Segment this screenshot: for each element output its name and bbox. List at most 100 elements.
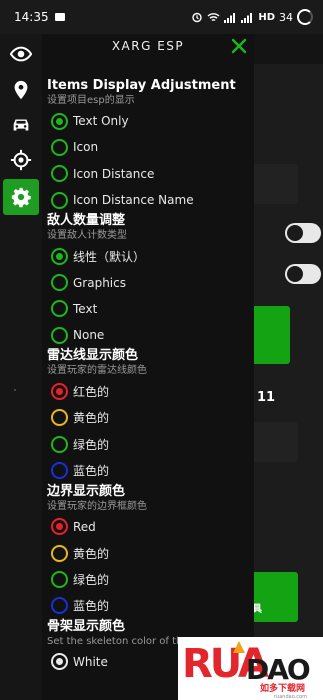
radio-unselected-icon[interactable] — [51, 274, 68, 292]
status-time: 14:35 — [14, 10, 49, 24]
menu-panel: XARG ESP Items Display Adjustment 设置项目esp… — [42, 34, 254, 700]
radio-option-label: Text — [73, 301, 98, 316]
radio-option-label: 绿色的 — [73, 437, 110, 452]
radio-selected-icon[interactable] — [51, 518, 68, 536]
radio-unselected-icon[interactable] — [51, 570, 68, 588]
section-subtitle: 设置玩家的边界框颜色 — [47, 500, 147, 512]
radio-option-label: Icon Distance Name — [73, 193, 194, 208]
sidebar-item-aim[interactable] — [3, 142, 39, 178]
radio-option[interactable]: 绿色的 — [47, 566, 252, 592]
radio-unselected-icon[interactable] — [51, 435, 68, 453]
eye-icon — [10, 46, 32, 62]
radio-unselected-icon[interactable] — [51, 165, 68, 183]
svg-text:DAO: DAO — [246, 653, 310, 686]
radio-option-label: 绿色的 — [73, 572, 110, 587]
bg-toggle-2[interactable] — [285, 264, 321, 284]
radio-option-label: None — [73, 328, 105, 343]
radio-option-label: Icon — [73, 140, 99, 155]
radio-unselected-icon[interactable] — [51, 191, 68, 209]
radio-option[interactable]: Icon — [47, 134, 252, 160]
radio-option[interactable]: None — [47, 322, 252, 348]
section-title: 骨架显示颜色 — [47, 618, 126, 634]
section-title: 敌人数量调整 — [47, 213, 126, 229]
sidebar-item-settings[interactable] — [3, 179, 39, 215]
bg-panel-1 — [250, 164, 298, 204]
radio-option-label: 线性（默认） — [73, 249, 146, 264]
section-subtitle: 设置项目esp的显示 — [47, 95, 135, 106]
section-subtitle: 设置玩家的雷达线颜色 — [47, 365, 147, 377]
radio-unselected-icon[interactable] — [51, 409, 68, 427]
radio-option-label: Text Only — [73, 114, 129, 129]
app-screen: 14:35 HD 34 11 具 XARG ESP Items Display … — [0, 0, 323, 700]
radio-selected-icon[interactable] — [51, 653, 68, 671]
battery-ring-icon — [297, 9, 313, 25]
radio-option[interactable]: Text — [47, 296, 252, 322]
bg-label-11: 11 — [257, 390, 276, 405]
menu-header: XARG ESP — [42, 34, 254, 58]
wifi-icon — [207, 12, 220, 21]
radio-option-label: 黄色的 — [73, 546, 110, 561]
radio-option-label: Graphics — [73, 275, 126, 290]
settings-section: 边界显示颜色 设置玩家的边界框颜色 Red 黄色的绿色的蓝色的 — [47, 484, 252, 619]
mail-icon — [54, 13, 65, 21]
radio-option[interactable]: 蓝色的 — [47, 457, 252, 483]
map-pin-icon — [14, 80, 28, 100]
watermark-logo: RUA DAO 如多下载网 ruandao.com — [178, 637, 323, 700]
crosshair-icon — [10, 149, 32, 171]
radio-option[interactable]: 蓝色的 — [47, 592, 252, 618]
radio-option-label: Icon Distance — [73, 166, 155, 181]
close-icon[interactable] — [230, 37, 248, 55]
settings-section: Items Display Adjustment 设置项目esp的显示 Text O… — [47, 78, 252, 213]
radio-option[interactable]: Icon Distance Name — [47, 187, 252, 213]
radio-option-label: 蓝色的 — [73, 463, 110, 478]
section-title: 边界显示颜色 — [47, 483, 126, 499]
radio-option[interactable]: Text Only — [47, 108, 252, 134]
bg-panel-2 — [250, 422, 298, 462]
radio-option[interactable]: 红色的 — [47, 378, 252, 404]
settings-sections: Items Display Adjustment 设置项目esp的显示 Text O… — [47, 78, 252, 675]
svg-text:ruandao.com: ruandao.com — [274, 694, 307, 700]
settings-section: 敌人数量调整 设置敌人计数类型线性（默认） Graphics Text None — [47, 213, 252, 348]
alarm-icon — [192, 12, 203, 23]
network-label: HD — [258, 11, 275, 23]
radio-option[interactable]: 线性（默认） — [47, 243, 252, 269]
settings-section: 雷达线显示颜色 设置玩家的雷达线颜色红色的黄色的绿色的蓝色的 — [47, 348, 252, 483]
radio-unselected-icon[interactable] — [51, 138, 68, 156]
sidebar-item-location[interactable] — [3, 72, 39, 108]
battery-level: 34 — [279, 10, 293, 24]
sidebar-divider — [14, 389, 16, 391]
radio-option[interactable]: Icon Distance — [47, 161, 252, 187]
radio-unselected-icon[interactable] — [51, 544, 68, 562]
radio-unselected-icon[interactable] — [51, 300, 68, 318]
section-title: 雷达线显示颜色 — [47, 348, 139, 364]
bg-toggle-1[interactable] — [285, 223, 321, 243]
sidebar-item-visibility[interactable] — [3, 36, 39, 72]
radio-selected-icon[interactable] — [51, 112, 68, 130]
bg-green-panel[interactable] — [250, 306, 290, 364]
radio-option[interactable]: 绿色的 — [47, 431, 252, 457]
radio-unselected-icon[interactable] — [51, 597, 68, 615]
radio-option[interactable]: 黄色的 — [47, 405, 252, 431]
radio-option-label: 黄色的 — [73, 411, 110, 426]
svg-text:如多下载网: 如多下载网 — [260, 682, 305, 694]
sidebar — [0, 34, 42, 700]
radio-option-label: 蓝色的 — [73, 599, 110, 614]
status-bar: 14:35 HD 34 — [0, 0, 323, 34]
background-app: 11 具 — [250, 64, 323, 700]
radio-unselected-icon[interactable] — [51, 326, 68, 344]
signal-icon-2 — [241, 12, 253, 23]
radio-option-label: 红色的 — [73, 385, 110, 400]
radio-selected-icon[interactable] — [51, 383, 68, 401]
section-subtitle: 设置敌人计数类型 — [47, 230, 127, 242]
signal-icon — [224, 12, 236, 23]
radio-option-label: Red — [73, 519, 96, 534]
radio-option[interactable]: Red — [47, 514, 252, 540]
sidebar-item-vehicle[interactable] — [3, 107, 39, 143]
radio-unselected-icon[interactable] — [51, 461, 68, 479]
watermark-graphic: RUA DAO 如多下载网 ruandao.com — [182, 641, 312, 700]
radio-option-label: White — [73, 654, 108, 669]
radio-option[interactable]: Graphics — [47, 269, 252, 295]
radio-option[interactable]: 黄色的 — [47, 540, 252, 566]
gear-icon — [11, 187, 31, 208]
radio-selected-icon[interactable] — [51, 247, 68, 265]
